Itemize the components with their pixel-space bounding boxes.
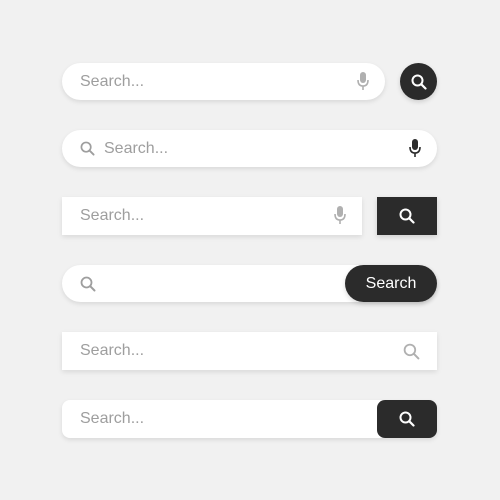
search-placeholder: Search... bbox=[104, 139, 169, 157]
search-input[interactable]: Search... bbox=[62, 197, 362, 235]
search-input[interactable]: Search... bbox=[62, 332, 437, 370]
search-placeholder: Search... bbox=[80, 410, 145, 427]
search-button[interactable] bbox=[400, 63, 437, 100]
search-icon bbox=[399, 208, 415, 224]
search-icon bbox=[399, 411, 415, 427]
search-button[interactable] bbox=[377, 400, 437, 438]
search-button-label: Search bbox=[365, 274, 417, 292]
microphone-icon[interactable] bbox=[409, 139, 421, 158]
microphone-icon[interactable] bbox=[357, 72, 369, 91]
search-placeholder: Search... bbox=[80, 72, 145, 90]
search-icon bbox=[411, 74, 427, 90]
search-icon[interactable] bbox=[403, 343, 420, 360]
search-button[interactable] bbox=[377, 197, 437, 235]
search-icon bbox=[80, 276, 96, 292]
search-placeholder: Search... bbox=[80, 342, 145, 359]
microphone-icon[interactable] bbox=[334, 206, 346, 225]
search-input[interactable]: Search... bbox=[62, 130, 437, 167]
search-input[interactable]: Search... bbox=[62, 63, 385, 100]
search-icon bbox=[80, 141, 95, 156]
search-placeholder: Search... bbox=[80, 207, 145, 224]
search-submit-button[interactable]: Search bbox=[345, 265, 437, 302]
